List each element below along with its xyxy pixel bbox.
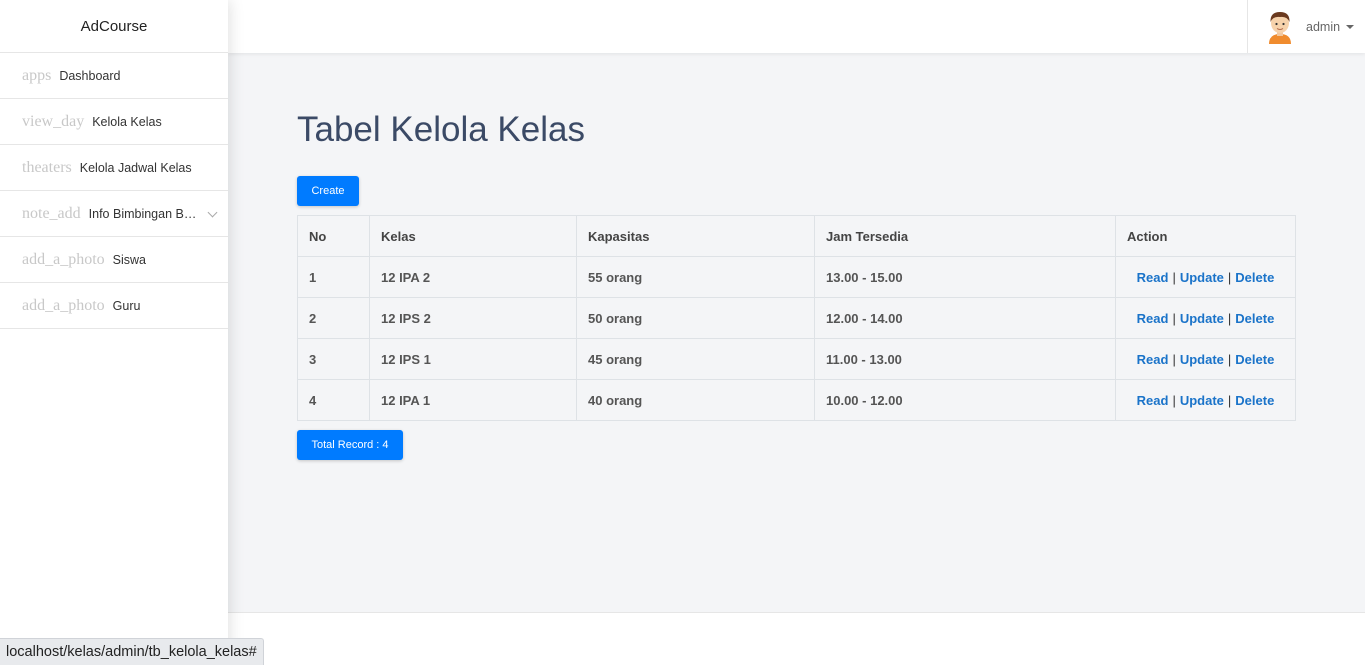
cell-kelas: 12 IPS 1 xyxy=(369,338,577,380)
cell-jam-tersedia: 13.00 - 15.00 xyxy=(814,256,1116,298)
browser-status-url: localhost/kelas/admin/tb_kelola_kelas# xyxy=(0,638,264,665)
separator: | xyxy=(1227,392,1232,408)
cell-no: 2 xyxy=(297,297,370,339)
read-link[interactable]: Read xyxy=(1137,352,1169,367)
delete-link[interactable]: Delete xyxy=(1235,393,1274,408)
column-header-kapasitas: Kapasitas xyxy=(576,215,815,257)
cell-kapasitas: 50 orang xyxy=(576,297,815,339)
sidebar-item-kelola-jadwal-kelas[interactable]: theaters Kelola Jadwal Kelas xyxy=(0,145,228,191)
read-link[interactable]: Read xyxy=(1137,270,1169,285)
table-row: 3 12 IPS 1 45 orang 11.00 - 13.00 Read | U… xyxy=(297,338,1296,380)
sidebar-item-dashboard[interactable]: apps Dashboard xyxy=(0,53,228,99)
add-a-photo-icon: add_a_photo xyxy=(22,250,105,268)
cell-kelas: 12 IPA 1 xyxy=(369,379,577,421)
sidebar-item-siswa[interactable]: add_a_photo Siswa xyxy=(0,237,228,283)
footer xyxy=(228,612,1365,665)
cell-kelas: 12 IPS 2 xyxy=(369,297,577,339)
sidebar-item-label: Kelola Kelas xyxy=(92,114,162,129)
delete-link[interactable]: Delete xyxy=(1235,311,1274,326)
note-add-icon: note_add xyxy=(22,204,81,222)
column-header-action: Action xyxy=(1115,215,1296,257)
avatar xyxy=(1266,10,1294,44)
user-name: admin xyxy=(1306,19,1341,34)
cell-actions: Read | Update | Delete xyxy=(1115,256,1296,298)
cell-kapasitas: 45 orang xyxy=(576,338,815,380)
read-link[interactable]: Read xyxy=(1137,393,1169,408)
column-header-jam-tersedia: Jam Tersedia xyxy=(814,215,1116,257)
sidebar-item-label: Dashboard xyxy=(59,68,121,83)
chevron-down-icon xyxy=(207,207,218,218)
cell-no: 4 xyxy=(297,379,370,421)
read-link[interactable]: Read xyxy=(1137,311,1169,326)
create-button[interactable]: Create xyxy=(297,176,359,206)
column-header-no: No xyxy=(297,215,370,257)
apps-icon: apps xyxy=(22,66,52,84)
total-record-button[interactable]: Total Record : 4 xyxy=(297,430,403,460)
table-row: 1 12 IPA 2 55 orang 13.00 - 15.00 Read | U… xyxy=(297,256,1296,298)
delete-link[interactable]: Delete xyxy=(1235,352,1274,367)
avatar-icon xyxy=(1269,11,1291,44)
page-title: Tabel Kelola Kelas xyxy=(297,110,585,149)
sidebar-item-info-bimbingan-belajar[interactable]: note_add Info Bimbingan Belajar xyxy=(0,191,228,237)
separator: | xyxy=(1227,310,1232,326)
cell-no: 3 xyxy=(297,338,370,380)
update-link[interactable]: Update xyxy=(1180,270,1224,285)
cell-kapasitas: 55 orang xyxy=(576,256,815,298)
table-header-row: No Kelas Kapasitas Jam Tersedia Action xyxy=(297,215,1296,257)
separator: | xyxy=(1227,351,1232,367)
brand-logo[interactable]: AdCourse xyxy=(0,0,228,53)
theaters-icon: theaters xyxy=(22,158,72,176)
table-row: 4 12 IPA 1 40 orang 10.00 - 12.00 Read | U… xyxy=(297,379,1296,421)
cell-no: 1 xyxy=(297,256,370,298)
view-day-icon: view_day xyxy=(22,112,85,130)
top-navbar: admin xyxy=(228,0,1365,53)
cell-jam-tersedia: 10.00 - 12.00 xyxy=(814,379,1116,421)
separator: | xyxy=(1172,310,1176,326)
update-link[interactable]: Update xyxy=(1180,393,1224,408)
user-menu[interactable]: admin xyxy=(1247,0,1365,53)
update-link[interactable]: Update xyxy=(1180,352,1224,367)
cell-actions: Read | Update | Delete xyxy=(1115,338,1296,380)
sidebar-item-guru[interactable]: add_a_photo Guru xyxy=(0,283,228,329)
update-link[interactable]: Update xyxy=(1180,311,1224,326)
cell-kelas: 12 IPA 2 xyxy=(369,256,577,298)
add-a-photo-icon: add_a_photo xyxy=(22,296,105,314)
cell-kapasitas: 40 orang xyxy=(576,379,815,421)
separator: | xyxy=(1227,269,1232,285)
sidebar-item-kelola-kelas[interactable]: view_day Kelola Kelas xyxy=(0,99,228,145)
separator: | xyxy=(1172,269,1176,285)
cell-jam-tersedia: 11.00 - 13.00 xyxy=(814,338,1116,380)
cell-actions: Read | Update | Delete xyxy=(1115,379,1296,421)
sidebar-item-label: Siswa xyxy=(112,252,146,267)
sidebar-item-label: Guru xyxy=(112,298,141,313)
sidebar-item-label: Info Bimbingan Belajar xyxy=(88,206,201,221)
column-header-kelas: Kelas xyxy=(369,215,577,257)
cell-actions: Read | Update | Delete xyxy=(1115,297,1296,339)
separator: | xyxy=(1172,392,1176,408)
table-row: 2 12 IPS 2 50 orang 12.00 - 14.00 Read | U… xyxy=(297,297,1296,339)
sidebar-item-label: Kelola Jadwal Kelas xyxy=(79,160,192,175)
separator: | xyxy=(1172,351,1176,367)
delete-link[interactable]: Delete xyxy=(1235,270,1274,285)
caret-down-icon xyxy=(1346,24,1355,29)
sidebar: AdCourse apps Dashboard view_day Kelola … xyxy=(0,0,228,665)
kelas-table: No Kelas Kapasitas Jam Tersedia Action 1… xyxy=(297,215,1296,421)
cell-jam-tersedia: 12.00 - 14.00 xyxy=(814,297,1116,339)
